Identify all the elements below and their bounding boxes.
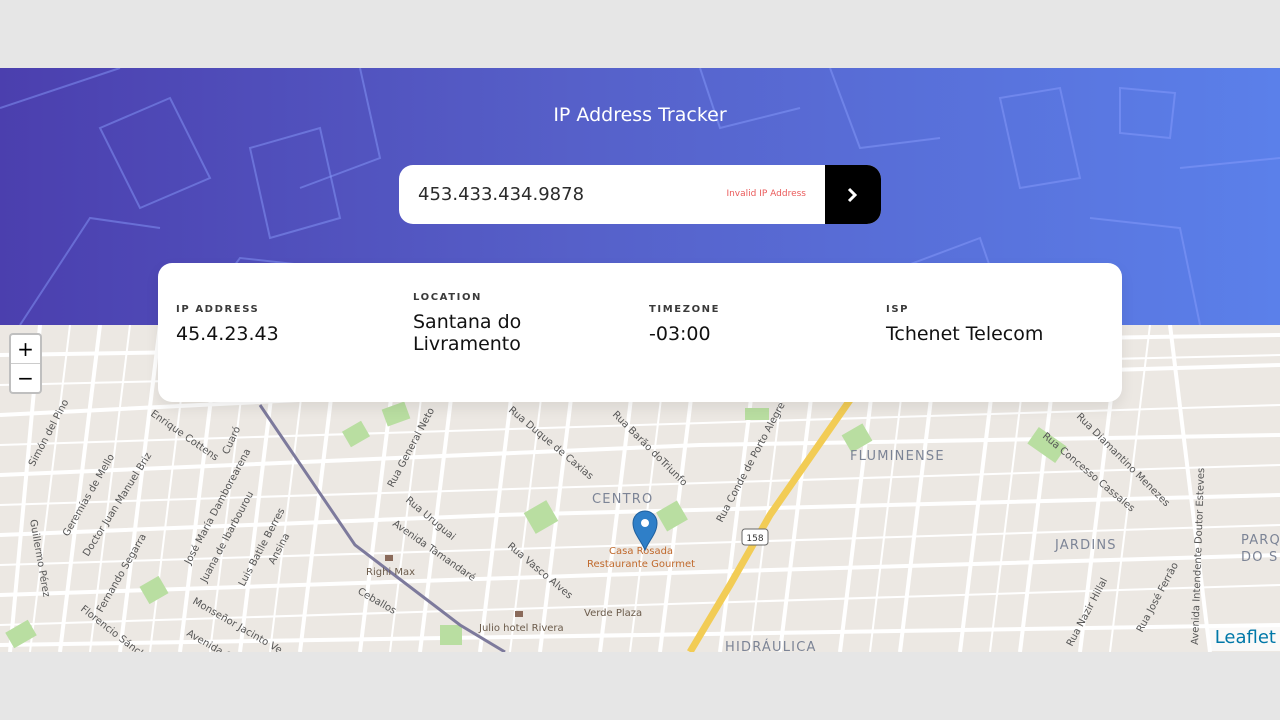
info-value: Santana do Livramento	[413, 311, 522, 355]
app-frame: IP Address Tracker Invalid IP Address IP…	[0, 68, 1280, 652]
district-label: DO S	[1241, 550, 1278, 565]
map-attribution-link[interactable]: Leaflet	[1208, 625, 1280, 651]
chevron-right-icon	[847, 187, 858, 202]
info-label: IP ADDRESS	[176, 304, 260, 315]
poi-label: Righi Max	[366, 567, 415, 578]
info-location: LOCATION Santana do Livramento	[413, 292, 633, 355]
info-label: LOCATION	[413, 292, 483, 303]
page-title: IP Address Tracker	[553, 104, 727, 126]
info-value: Tchenet Telecom	[886, 323, 1044, 345]
hotel-icon	[385, 555, 393, 561]
info-ip-address: IP ADDRESS 45.4.23.43	[176, 304, 396, 345]
invalid-ip-error: Invalid IP Address	[726, 189, 806, 199]
poi-label: Julio hotel Rivera	[478, 623, 564, 634]
poi-label: Verde Plaza	[584, 608, 642, 619]
zoom-out-button[interactable]: −	[11, 364, 40, 392]
zoom-in-button[interactable]: +	[11, 335, 40, 364]
info-timezone: TIMEZONE -03:00	[649, 304, 869, 345]
poi-label: Restaurante Gourmet	[587, 559, 695, 570]
ip-search-form: Invalid IP Address	[399, 165, 881, 224]
district-label: CENTRO	[592, 492, 653, 507]
search-submit-button[interactable]	[825, 165, 881, 224]
district-label: HIDRÁULICA	[725, 639, 817, 652]
district-label: PARQ	[1241, 533, 1280, 548]
info-label: ISP	[886, 304, 910, 315]
route-number: 158	[746, 534, 763, 544]
district-label: FLUMINENSE	[850, 449, 945, 464]
map-zoom-control: + −	[9, 333, 42, 394]
hotel-icon	[515, 611, 523, 617]
district-label: JARDINS	[1054, 538, 1117, 553]
info-isp: ISP Tchenet Telecom	[886, 304, 1106, 345]
info-label: TIMEZONE	[649, 304, 721, 315]
info-value: -03:00	[649, 323, 711, 345]
poi-label: Casa Rosada	[609, 546, 673, 557]
ip-info-card: IP ADDRESS 45.4.23.43 LOCATION Santana d…	[158, 263, 1122, 402]
info-value: 45.4.23.43	[176, 323, 279, 345]
